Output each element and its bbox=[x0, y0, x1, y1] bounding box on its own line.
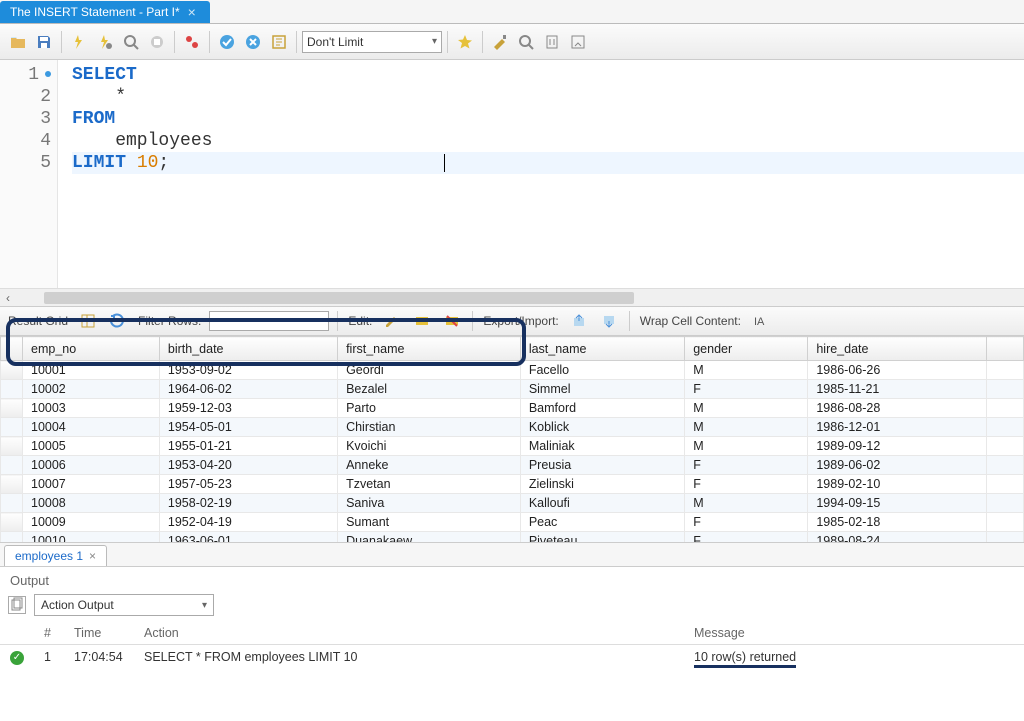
table-row[interactable]: 100011953-09-02GeordiFacelloM1986-06-26 bbox=[1, 361, 1024, 380]
output-type-value: Action Output bbox=[41, 598, 114, 612]
output-row[interactable]: ✓ 1 17:04:54 SELECT * FROM employees LIM… bbox=[0, 645, 1024, 669]
table-row[interactable]: 100081958-02-19SanivaKalloufiM1994-09-15 bbox=[1, 494, 1024, 513]
text-caret bbox=[444, 154, 445, 172]
col-gender[interactable]: gender bbox=[685, 337, 808, 361]
close-icon[interactable]: × bbox=[89, 549, 96, 563]
svg-text:IA: IA bbox=[754, 316, 765, 328]
wrap-cell-button[interactable]: IA bbox=[749, 309, 773, 333]
table-row[interactable]: 100051955-01-21KvoichiMaliniakM1989-09-1… bbox=[1, 437, 1024, 456]
table-row[interactable]: 100101963-06-01DuanakaewPiveteauF1989-08… bbox=[1, 532, 1024, 543]
open-file-button[interactable] bbox=[6, 30, 30, 54]
results-toolbar: Result Grid Filter Rows: Edit: Export/Im… bbox=[0, 306, 1024, 336]
col-message: Message bbox=[684, 622, 1024, 645]
toggle-invisible-button[interactable] bbox=[540, 30, 564, 54]
delete-row-button[interactable] bbox=[440, 309, 464, 333]
export-import-label: Export/Import: bbox=[481, 314, 560, 328]
edit-label: Edit: bbox=[346, 314, 374, 328]
execute-button[interactable] bbox=[67, 30, 91, 54]
close-icon[interactable]: × bbox=[188, 6, 200, 18]
output-title: Output bbox=[0, 567, 1024, 592]
col-time: Time bbox=[64, 622, 134, 645]
find-button[interactable] bbox=[488, 30, 512, 54]
filter-refresh-icon[interactable] bbox=[106, 309, 130, 333]
toggle-autocommit-button[interactable] bbox=[180, 30, 204, 54]
filter-rows-label: Filter Rows: bbox=[136, 314, 203, 328]
table-row[interactable]: 100021964-06-02BezalelSimmelF1985-11-21 bbox=[1, 380, 1024, 399]
output-message: 10 row(s) returned bbox=[694, 650, 796, 668]
scroll-left-icon[interactable]: ‹ bbox=[0, 291, 16, 305]
main-toolbar: Don't Limit ▾ bbox=[0, 24, 1024, 60]
wrap-cell-label: Wrap Cell Content: bbox=[638, 314, 743, 328]
col-last-name[interactable]: last_name bbox=[520, 337, 684, 361]
header-row: emp_no birth_date first_name last_name g… bbox=[1, 337, 1024, 361]
table-row[interactable]: 100061953-04-20AnnekePreusiaF1989-06-02 bbox=[1, 456, 1024, 475]
document-tab-title: The INSERT Statement - Part I* bbox=[10, 5, 180, 19]
limit-rows-select[interactable]: Don't Limit ▾ bbox=[302, 31, 442, 53]
table-row[interactable]: 100071957-05-23TzvetanZielinskiF1989-02-… bbox=[1, 475, 1024, 494]
table-row[interactable]: 100091952-04-19SumantPeacF1985-02-18 bbox=[1, 513, 1024, 532]
filter-rows-input[interactable] bbox=[209, 311, 329, 331]
beautify-button[interactable] bbox=[453, 30, 477, 54]
export-button[interactable] bbox=[567, 309, 591, 333]
col-birth-date[interactable]: birth_date bbox=[159, 337, 337, 361]
output-panel: Output Action Output ▾ # Time Action Mes… bbox=[0, 566, 1024, 669]
commit-button[interactable] bbox=[215, 30, 239, 54]
document-tab-bar: The INSERT Statement - Part I* × bbox=[0, 0, 1024, 24]
code-area[interactable]: SELECT * FROM employees LIMIT 10; bbox=[58, 60, 1024, 288]
add-row-button[interactable] bbox=[410, 309, 434, 333]
col-first-name[interactable]: first_name bbox=[338, 337, 521, 361]
result-tab-label: employees 1 bbox=[15, 549, 83, 563]
result-grid-icon[interactable] bbox=[76, 309, 100, 333]
limit-rows-value: Don't Limit bbox=[307, 35, 363, 49]
result-tab[interactable]: employees 1 × bbox=[4, 545, 107, 566]
output-copy-button[interactable] bbox=[8, 596, 26, 614]
scroll-thumb[interactable] bbox=[44, 292, 634, 304]
statement-marker-icon bbox=[45, 71, 51, 77]
result-grid-label: Result Grid bbox=[6, 314, 70, 328]
rollback-button[interactable] bbox=[241, 30, 265, 54]
edit-row-button[interactable] bbox=[380, 309, 404, 333]
document-tab[interactable]: The INSERT Statement - Part I* × bbox=[0, 1, 210, 23]
chevron-down-icon: ▾ bbox=[202, 600, 207, 611]
import-button[interactable] bbox=[597, 309, 621, 333]
stop-button[interactable] bbox=[145, 30, 169, 54]
table-row[interactable]: 100041954-05-01ChirstianKoblickM1986-12-… bbox=[1, 418, 1024, 437]
execute-current-button[interactable] bbox=[93, 30, 117, 54]
col-num: # bbox=[34, 622, 64, 645]
chevron-down-icon: ▾ bbox=[432, 36, 441, 47]
line-gutter: 1 2 3 4 5 bbox=[0, 60, 58, 288]
output-type-select[interactable]: Action Output ▾ bbox=[34, 594, 214, 616]
result-tab-bar: employees 1 × bbox=[0, 542, 1024, 566]
save-button[interactable] bbox=[32, 30, 56, 54]
result-grid[interactable]: emp_no birth_date first_name last_name g… bbox=[0, 336, 1024, 542]
explain-button[interactable] bbox=[119, 30, 143, 54]
status-ok-icon: ✓ bbox=[10, 651, 24, 665]
toggle-limit-button[interactable] bbox=[267, 30, 291, 54]
search-button[interactable] bbox=[514, 30, 538, 54]
editor-hscrollbar[interactable]: ‹ bbox=[0, 288, 1024, 306]
table-row[interactable]: 100031959-12-03PartoBamfordM1986-08-28 bbox=[1, 399, 1024, 418]
output-log-table: # Time Action Message ✓ 1 17:04:54 SELEC… bbox=[0, 622, 1024, 669]
col-hire-date[interactable]: hire_date bbox=[808, 337, 986, 361]
col-emp-no[interactable]: emp_no bbox=[23, 337, 160, 361]
sql-editor[interactable]: 1 2 3 4 5 SELECT * FROM employees LIMIT … bbox=[0, 60, 1024, 288]
toggle-wrap-button[interactable] bbox=[566, 30, 590, 54]
col-action: Action bbox=[134, 622, 684, 645]
